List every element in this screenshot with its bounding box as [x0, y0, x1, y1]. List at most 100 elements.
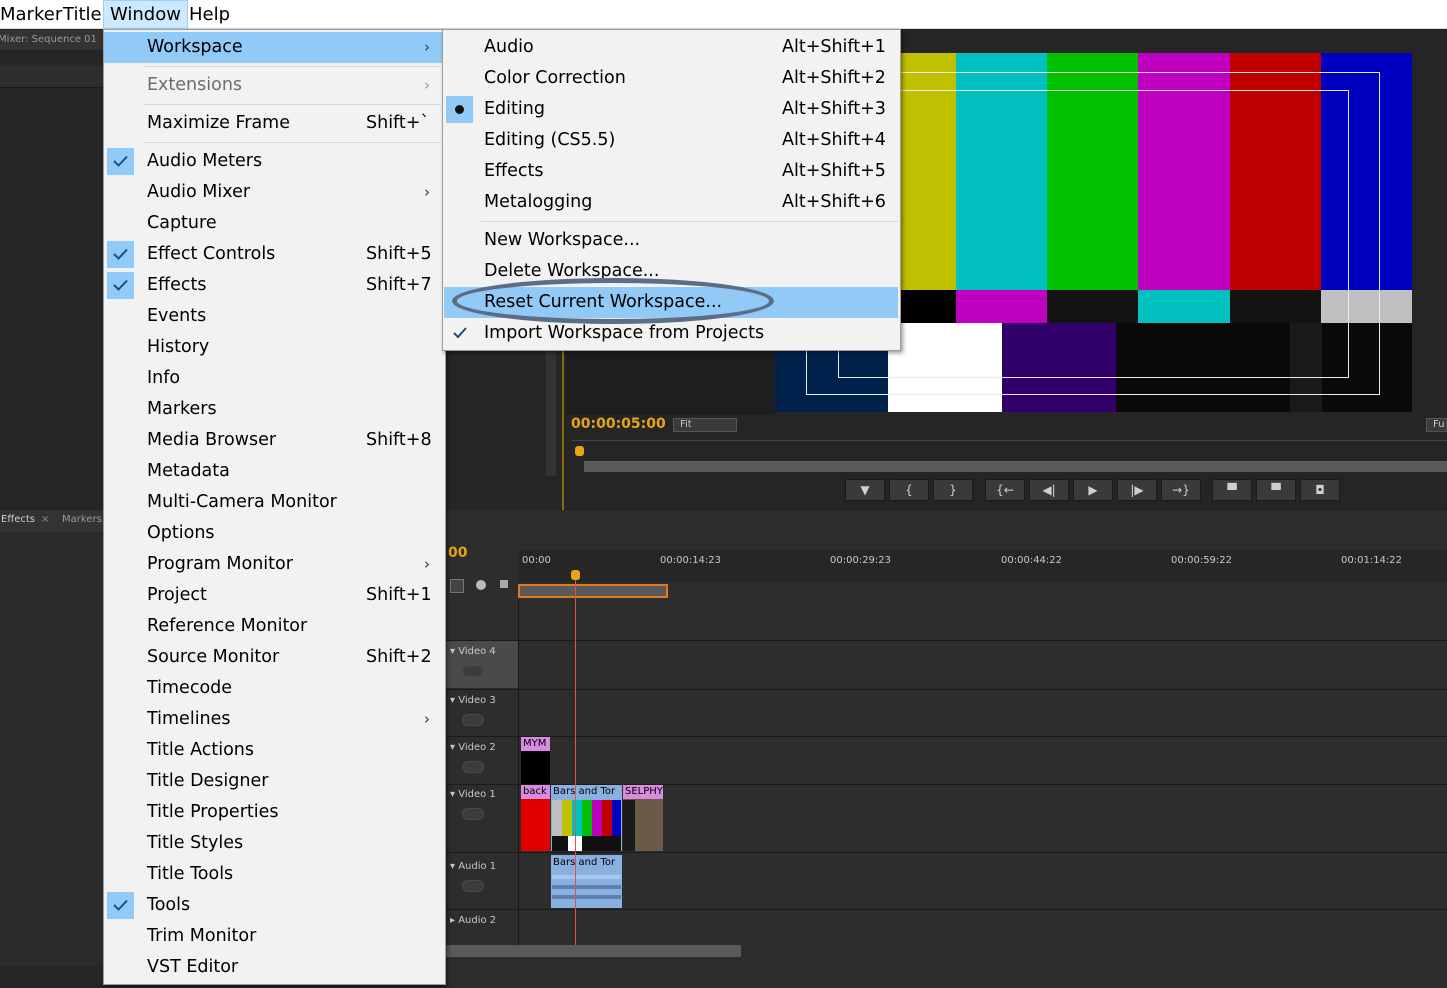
time-ruler[interactable] [518, 550, 1447, 582]
menu-item-title-designer[interactable]: Title Designer [104, 766, 445, 797]
menu-item-label: Trim Monitor [147, 926, 257, 946]
workspace-item-audio[interactable]: Audio Alt+Shift+1 [443, 32, 900, 63]
go-to-out-button[interactable]: →} [1161, 479, 1201, 501]
effects-tab[interactable]: Effects [1, 514, 35, 525]
menu-item-maximize-frame[interactable]: Maximize Frame Shift+` [104, 108, 445, 139]
menu-title[interactable]: Title [57, 0, 108, 29]
menu-item-label: Options [147, 523, 215, 543]
track-toggle[interactable] [462, 665, 484, 677]
menu-item-metadata[interactable]: Metadata [104, 456, 445, 487]
menu-item-label: Editing [484, 99, 545, 119]
audio-mixer-tab[interactable]: Mixer: Sequence 01 [0, 34, 97, 45]
extract-button[interactable]: ▀ [1256, 479, 1296, 501]
effects-tab-close[interactable]: × [41, 514, 49, 525]
menu-item-title-actions[interactable]: Title Actions [104, 735, 445, 766]
menu-item-effects[interactable]: Effects Shift+7 [104, 270, 445, 301]
export-frame-button[interactable]: ◘ [1300, 479, 1340, 501]
track-audio-1[interactable]: ▾ Audio 1 [450, 861, 496, 872]
track-toggle[interactable] [462, 880, 484, 892]
menu-item-reference-monitor[interactable]: Reference Monitor [104, 611, 445, 642]
program-zoom-bar[interactable] [584, 461, 1447, 472]
add-marker-button[interactable]: ▼ [845, 479, 885, 501]
checkmark-icon [107, 241, 134, 268]
menu-item-shortcut: Alt+Shift+1 [782, 37, 886, 57]
workspace-item-editing-cs55[interactable]: Editing (CS5.5) Alt+Shift+4 [443, 125, 900, 156]
lift-button[interactable]: ▀ [1212, 479, 1252, 501]
menu-separator [144, 66, 441, 67]
menu-item-history[interactable]: History [104, 332, 445, 363]
timeline-playhead[interactable] [571, 570, 580, 580]
menu-help[interactable]: Help [183, 0, 236, 29]
play-button[interactable]: ▶ [1073, 479, 1113, 501]
menu-item-options[interactable]: Options [104, 518, 445, 549]
mark-in-button[interactable]: { [889, 479, 929, 501]
menu-item-title-tools[interactable]: Title Tools [104, 859, 445, 890]
menu-item-title-styles[interactable]: Title Styles [104, 828, 445, 859]
step-back-button[interactable]: ◀| [1029, 479, 1069, 501]
source-scrollbar[interactable] [546, 351, 556, 476]
track-video-3[interactable]: ▾ Video 3 [450, 695, 496, 706]
track-audio-2[interactable]: ▸ Audio 2 [450, 915, 496, 926]
menu-item-vst-editor[interactable]: VST Editor [104, 952, 445, 983]
add-marker-icon[interactable] [476, 580, 486, 590]
menu-item-tools[interactable]: Tools [104, 890, 445, 921]
clip-thumb-bottom [552, 836, 621, 851]
menu-item-media-browser[interactable]: Media Browser Shift+8 [104, 425, 445, 456]
menu-item-multi-camera-monitor[interactable]: Multi-Camera Monitor [104, 487, 445, 518]
full-dropdown[interactable]: Fu [1426, 418, 1447, 432]
workspace-item-import-workspace[interactable]: Import Workspace from Projects [443, 318, 900, 349]
workspace-item-editing[interactable]: Editing Alt+Shift+3 [443, 94, 900, 125]
menu-item-workspace[interactable]: Workspace › [104, 32, 445, 63]
menu-item-audio-meters[interactable]: Audio Meters [104, 146, 445, 177]
workspace-item-new-workspace[interactable]: New Workspace... [443, 225, 900, 256]
menu-item-project[interactable]: Project Shift+1 [104, 580, 445, 611]
workspace-item-effects[interactable]: Effects Alt+Shift+5 [443, 156, 900, 187]
track-label-text: Video 2 [458, 742, 496, 753]
menu-item-label: New Workspace... [484, 230, 641, 250]
menu-item-title-properties[interactable]: Title Properties [104, 797, 445, 828]
menu-item-extensions[interactable]: Extensions › [104, 70, 445, 101]
menu-item-source-monitor[interactable]: Source Monitor Shift+2 [104, 642, 445, 673]
menu-item-program-monitor[interactable]: Program Monitor › [104, 549, 445, 580]
menu-separator [144, 142, 441, 143]
menu-item-info[interactable]: Info [104, 363, 445, 394]
program-timecode[interactable]: 00:00:05:00 [571, 416, 666, 432]
track-toggle[interactable] [462, 714, 484, 726]
step-forward-button[interactable]: |▶ [1117, 479, 1157, 501]
track-divider [446, 736, 1447, 737]
menu-item-trim-monitor[interactable]: Trim Monitor [104, 921, 445, 952]
menu-window[interactable]: Window [103, 0, 188, 29]
workspace-item-color-correction[interactable]: Color Correction Alt+Shift+2 [443, 63, 900, 94]
program-ruler-line [572, 440, 1447, 441]
ruler-label: 00:00:59:22 [1171, 555, 1233, 566]
track-toggle[interactable] [462, 761, 484, 773]
mark-out-button[interactable]: } [933, 479, 973, 501]
menu-item-events[interactable]: Events [104, 301, 445, 332]
menu-item-effect-controls[interactable]: Effect Controls Shift+5 [104, 239, 445, 270]
menu-item-label: VST Editor [147, 957, 239, 977]
menu-item-label: Program Monitor [147, 554, 293, 574]
workspace-item-metalogging[interactable]: Metalogging Alt+Shift+6 [443, 187, 900, 218]
menu-item-label: Metadata [147, 461, 230, 481]
menu-item-timelines[interactable]: Timelines › [104, 704, 445, 735]
track-video-4[interactable]: ▾ Video 4 [450, 646, 496, 657]
menu-item-label: Media Browser [147, 430, 277, 450]
menu-item-label: Title Designer [147, 771, 269, 791]
work-area-bar[interactable] [518, 584, 668, 598]
marker-icon[interactable] [500, 580, 508, 588]
track-toggle[interactable] [462, 808, 484, 820]
track-video-1[interactable]: ▾ Video 1 [450, 789, 496, 800]
markers-tab[interactable]: Markers [62, 514, 102, 525]
timeline-timecode[interactable]: 00 [448, 545, 467, 561]
fit-dropdown[interactable]: Fit [673, 418, 737, 432]
menu-item-capture[interactable]: Capture [104, 208, 445, 239]
go-to-in-button[interactable]: {← [985, 479, 1025, 501]
program-playhead[interactable] [575, 446, 584, 456]
timeline-scrollbar[interactable] [446, 945, 741, 957]
clip-thumb-bar [552, 800, 562, 836]
menu-item-timecode[interactable]: Timecode [104, 673, 445, 704]
menu-item-audio-mixer[interactable]: Audio Mixer › [104, 177, 445, 208]
track-video-2[interactable]: ▾ Video 2 [450, 742, 496, 753]
snap-icon[interactable] [450, 579, 464, 593]
menu-item-markers[interactable]: Markers [104, 394, 445, 425]
